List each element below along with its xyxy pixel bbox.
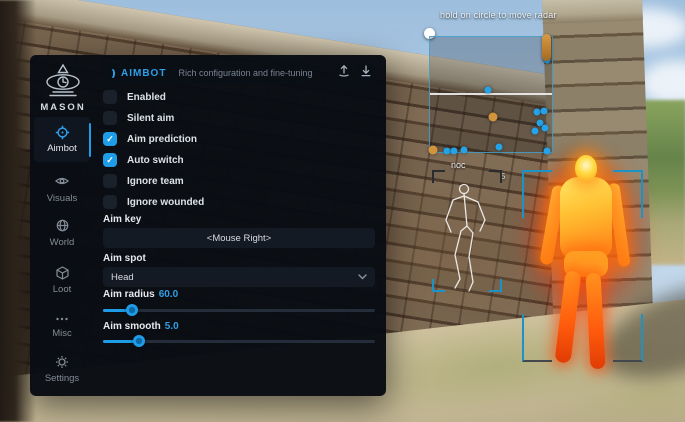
aim-radius-label: Aim radius 60.0	[103, 289, 178, 300]
globe-icon	[34, 219, 90, 234]
toggle-row: ✓ Auto switch	[103, 153, 184, 167]
bracket-corner	[522, 170, 552, 218]
slider-handle[interactable]	[126, 304, 138, 316]
download-config-button[interactable]	[356, 63, 375, 82]
upload-icon	[338, 64, 350, 82]
ellipsis-icon	[34, 310, 90, 325]
sidebar-item-misc[interactable]: Misc	[34, 310, 90, 339]
sidebar-item-aimbot[interactable]: Aimbot	[34, 117, 90, 162]
aim-smooth-value: 5.0	[165, 321, 179, 332]
checkbox-auto-switch[interactable]: ✓	[103, 153, 117, 167]
check-icon: ✓	[106, 156, 114, 165]
offscreen-player-indicator	[542, 34, 551, 61]
aim-radius-value: 60.0	[159, 289, 178, 300]
sidebar-item-label: Aimbot	[34, 143, 90, 154]
mason-logo-icon	[30, 63, 96, 106]
radar-orange-dot	[429, 146, 438, 155]
radar-blue-dot	[451, 148, 458, 155]
sidebar-item-label: Loot	[34, 284, 90, 295]
toggle-label: Ignore wounded	[127, 197, 204, 208]
aim-key-binding-button[interactable]: <Mouse Right>	[103, 228, 375, 248]
radar-blue-dot	[461, 147, 468, 154]
toggle-row: ✓ Enabled	[103, 90, 166, 104]
radar-blue-dot	[544, 148, 551, 155]
game-screen: noc 5 hold on circle to move radar	[0, 0, 685, 422]
sidebar-item-label: Misc	[34, 328, 90, 339]
radar-blue-dot	[496, 144, 503, 151]
section-title: AIMBOT	[121, 68, 166, 79]
crosshair-icon	[34, 125, 90, 140]
aim-spot-value: Head	[111, 272, 134, 283]
checkbox-ignore-team[interactable]: ✓	[103, 174, 117, 188]
slider-track[interactable]	[103, 309, 375, 312]
toggle-row: ✓ Aim prediction	[103, 132, 197, 146]
bracket-corner	[522, 314, 552, 362]
toggle-row: ✓ Ignore team	[103, 174, 184, 188]
radar-horizon-line	[430, 93, 552, 95]
aim-key-label: Aim key	[103, 214, 141, 225]
checkbox-aim-prediction[interactable]: ✓	[103, 132, 117, 146]
toggle-label: Ignore team	[127, 176, 184, 187]
section-header: AIMBOT Rich configuration and fine-tunin…	[103, 62, 308, 84]
chevron-down-icon	[358, 272, 367, 283]
aim-smooth-slider[interactable]	[103, 335, 375, 347]
download-icon	[360, 64, 372, 82]
aim-spot-label: Aim spot	[103, 253, 146, 264]
toggle-row: ✓ Ignore wounded	[103, 195, 204, 209]
checkbox-enabled[interactable]: ✓	[103, 90, 117, 104]
sidebar: MASON Aimbot Visuals	[30, 55, 96, 396]
sidebar-item-visuals[interactable]: Visuals	[34, 175, 90, 204]
checkbox-silent-aim[interactable]: ✓	[103, 111, 117, 125]
aim-radius-slider[interactable]	[103, 304, 375, 316]
radar-blue-dot	[542, 125, 549, 132]
bracket-corner	[613, 314, 643, 362]
spinner-icon	[111, 69, 115, 78]
toggle-label: Auto switch	[127, 155, 184, 166]
radar-blue-dot	[541, 108, 548, 115]
radar-blue-dot	[532, 128, 539, 135]
check-icon: ✓	[106, 135, 114, 144]
toggle-label: Enabled	[127, 92, 166, 103]
upload-config-button[interactable]	[334, 63, 353, 82]
sidebar-item-label: Visuals	[34, 193, 90, 204]
bracket-corner	[613, 170, 643, 218]
radar-hint-text: hold on circle to move radar	[440, 10, 557, 20]
eye-icon	[34, 175, 90, 190]
sidebar-item-settings[interactable]: Settings	[34, 355, 90, 384]
active-indicator	[89, 123, 91, 157]
aim-radius-text: Aim radius	[103, 289, 155, 300]
aim-smooth-text: Aim smooth	[103, 321, 161, 332]
radar-blue-dot	[534, 109, 541, 116]
toggle-row: ✓ Silent aim	[103, 111, 174, 125]
toggle-label: Silent aim	[127, 113, 174, 124]
toggle-label: Aim prediction	[127, 134, 197, 145]
gear-icon	[34, 355, 90, 370]
checkbox-ignore-wounded[interactable]: ✓	[103, 195, 117, 209]
slider-handle[interactable]	[133, 335, 145, 347]
brand-name: MASON	[30, 102, 96, 113]
sidebar-item-label: Settings	[34, 373, 90, 384]
aim-spot-dropdown[interactable]: Head	[103, 267, 375, 287]
sidebar-item-world[interactable]: World	[34, 219, 90, 248]
radar-orange-dot	[489, 113, 498, 122]
sidebar-item-loot[interactable]: Loot	[34, 266, 90, 295]
radar[interactable]	[429, 36, 553, 153]
esp-name-tag: noc	[451, 160, 466, 170]
skeleton-esp	[434, 176, 500, 294]
radar-blue-dot	[485, 87, 492, 94]
radar-blue-dot	[444, 148, 451, 155]
cube-icon	[34, 266, 90, 281]
section-subtitle: Rich configuration and fine-tuning	[178, 68, 312, 78]
enemy-esp-box	[522, 170, 643, 362]
aimbot-settings: AIMBOT Rich configuration and fine-tunin…	[103, 55, 375, 396]
aim-smooth-label: Aim smooth 5.0	[103, 321, 179, 332]
sidebar-item-label: World	[34, 237, 90, 248]
cheat-menu-panel: MASON Aimbot Visuals	[30, 55, 386, 396]
